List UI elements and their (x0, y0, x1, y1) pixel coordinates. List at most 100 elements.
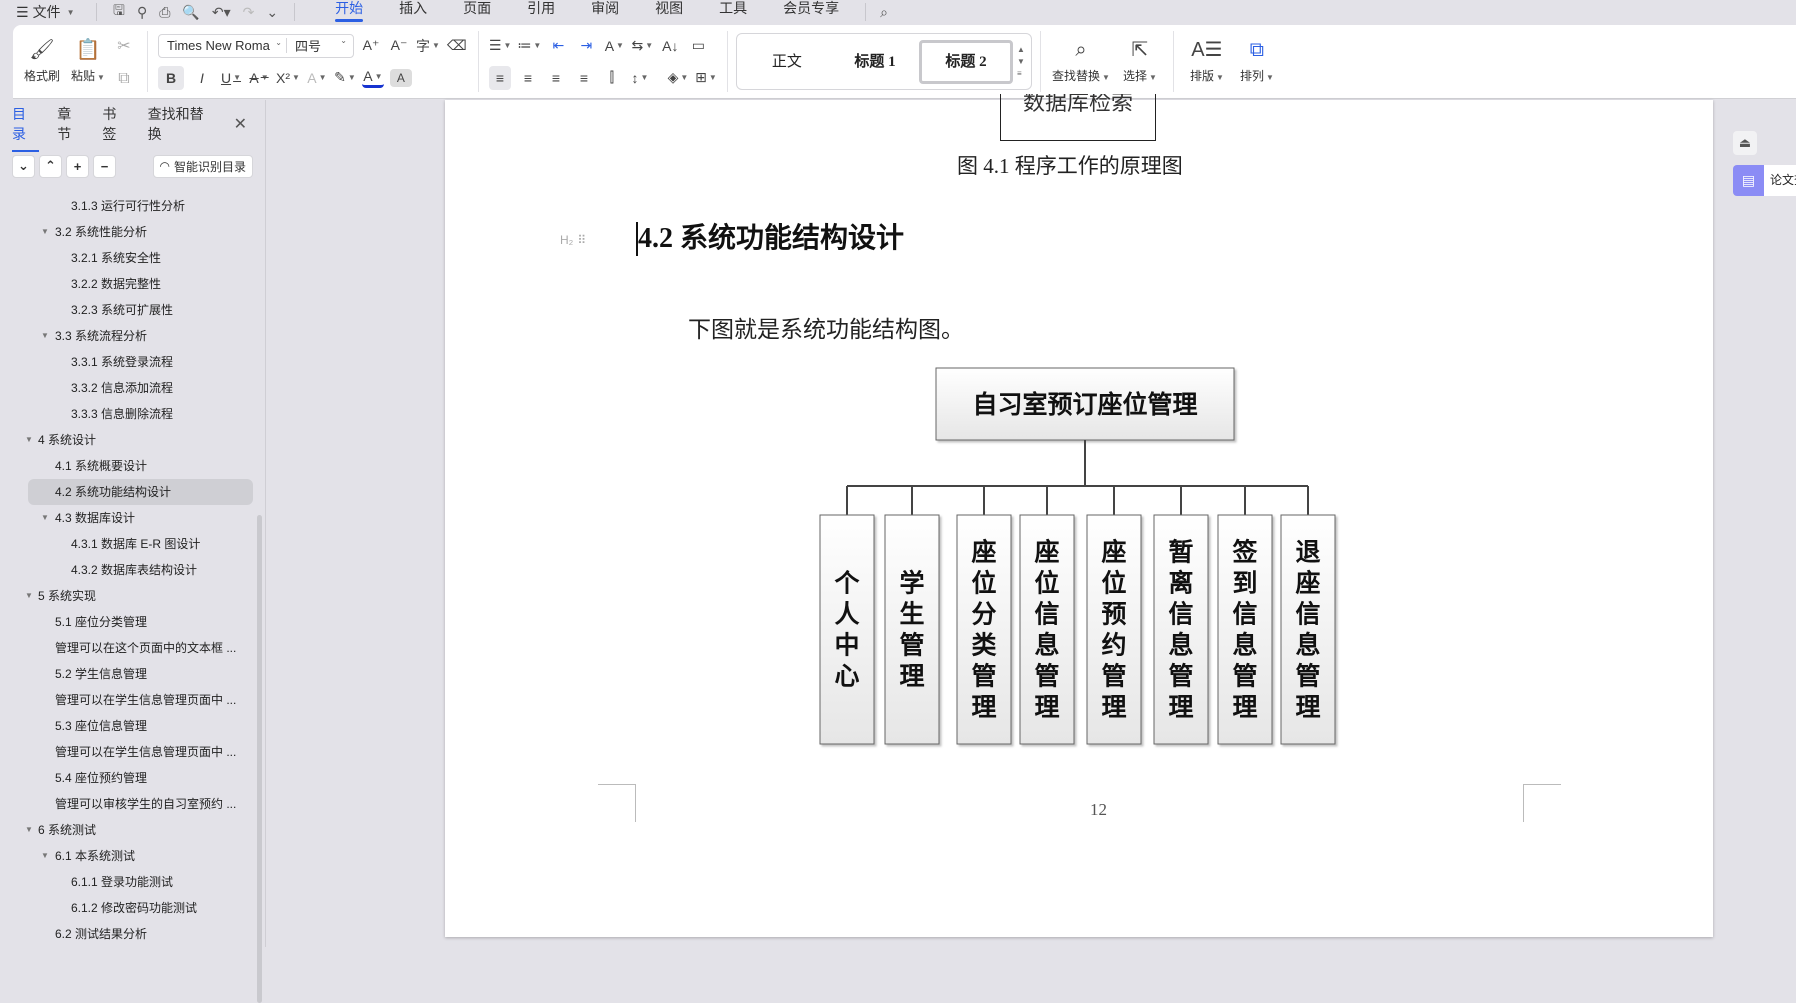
justify-icon[interactable]: ≡ (573, 66, 595, 90)
nav-tab-toc[interactable]: 目录 (12, 104, 40, 152)
toc-item[interactable]: 3.1.3 运行可行性分析 (0, 193, 257, 219)
align-center-icon[interactable]: ≡ (517, 66, 539, 90)
font-size-field[interactable]: 四号 ⌄ (287, 36, 353, 55)
undo-icon[interactable]: ↶▾ (212, 4, 231, 21)
more-icon[interactable]: ⌄ (266, 4, 278, 21)
borders-icon[interactable]: ⊞ ▼ (695, 66, 717, 90)
nav-tab-find-replace[interactable]: 查找和替换 (148, 104, 216, 144)
italic-button[interactable]: I (190, 66, 214, 90)
print-icon[interactable]: ⎙ (159, 4, 170, 21)
tab-insert[interactable]: 插入 (381, 0, 445, 24)
save-icon[interactable]: 🖫 (113, 0, 125, 24)
toc-item[interactable]: 5.2 学生信息管理 (0, 661, 257, 687)
toc-item[interactable]: 管理可以在学生信息管理页面中 ... (0, 739, 257, 765)
superscript-icon[interactable]: X² ▼ (276, 66, 300, 90)
tab-view[interactable]: 视图 (637, 0, 701, 24)
toc-item[interactable]: 3.2.1 系统安全性 (0, 245, 257, 271)
toc-item[interactable]: 5.1 座位分类管理 (0, 609, 257, 635)
tab-page[interactable]: 页面 (445, 0, 509, 24)
align-right-icon[interactable]: ≡ (545, 66, 567, 90)
shading-icon[interactable]: ◈ ▼ (667, 66, 689, 90)
cut-icon[interactable]: ✂ (117, 36, 130, 56)
tab-home[interactable]: 开始 (317, 0, 381, 24)
strikethrough-icon[interactable]: A ▼ (248, 66, 270, 90)
expand-triangle-icon[interactable]: ▼ (25, 817, 33, 843)
format-painter-button[interactable]: 🖌 格式刷 (19, 39, 65, 84)
sort-icon[interactable]: A↓ (659, 34, 681, 58)
underline-button[interactable]: U ▼ (220, 66, 242, 90)
line-spacing-icon[interactable]: ↕ ▼ (629, 66, 651, 90)
toc-item[interactable]: 5.3 座位信息管理 (0, 713, 257, 739)
toc-item[interactable]: 4.1 系统概要设计 (0, 453, 257, 479)
body-paragraph[interactable]: 下图就是系统功能结构图。 (688, 310, 964, 344)
style-heading1[interactable]: 标题 1 (831, 40, 919, 84)
font-family-select[interactable]: Times New Roma ⌄ 四号 ⌄ (158, 33, 354, 58)
text-direction-icon[interactable]: A ▼ (603, 34, 625, 58)
search-icon[interactable]: ⌕ (874, 4, 888, 21)
toc-item[interactable]: 3.3.2 信息添加流程 (0, 375, 257, 401)
highlight-icon[interactable]: ✎ ▼ (334, 66, 356, 90)
arrange-button[interactable]: ⧉ 排列 ▼ (1234, 39, 1280, 84)
redo-icon[interactable]: ↷ (243, 4, 255, 21)
bullets-icon[interactable]: ☰ ▼ (489, 34, 511, 58)
toc-item[interactable]: ▼ 3.3 系统流程分析 (0, 323, 257, 349)
section-heading[interactable]: 4.2 系统功能结构设计 (636, 222, 904, 256)
expand-all-button[interactable]: ⌄ (12, 154, 35, 178)
toc-item[interactable]: 3.3.3 信息删除流程 (0, 401, 257, 427)
expand-icon[interactable]: ≡ (1017, 68, 1025, 80)
print-preview-icon[interactable]: 🔍 (182, 4, 199, 21)
shrink-font-icon[interactable]: A⁻ (388, 34, 410, 58)
tab-tools[interactable]: 工具 (701, 0, 765, 24)
nav-tab-bookmarks[interactable]: 书签 (102, 104, 129, 144)
chevron-up-icon[interactable]: ▲ (1017, 44, 1025, 56)
close-icon[interactable]: ✕ (234, 114, 247, 134)
add-entry-button[interactable]: + (66, 154, 89, 178)
toc-item[interactable]: 6.1.2 修改密码功能测试 (0, 895, 257, 921)
nav-tab-chapters[interactable]: 章节 (57, 104, 84, 144)
share-icon[interactable]: ⚲ (137, 4, 147, 21)
toc-item[interactable]: 6.2 测试结果分析 (0, 921, 257, 947)
smart-toc-button[interactable]: ◠ 智能识别目录 (152, 154, 253, 178)
ruler-icon[interactable]: ▭ (687, 34, 709, 58)
file-menu[interactable]: ☰ 文件 ▼ (0, 2, 88, 22)
toc-item[interactable]: ▼ 4 系统设计 (0, 427, 257, 453)
toc-item[interactable]: 管理可以审核学生的自习室预约 ... (0, 791, 257, 817)
font-color-icon[interactable]: A ▼ (361, 68, 384, 88)
clear-format-icon[interactable]: ⌫ (446, 34, 468, 58)
collapse-all-button[interactable]: ⌃ (39, 154, 62, 178)
scrollbar[interactable] (257, 515, 262, 1003)
toc-item[interactable]: ▼ 4.3 数据库设计 (0, 505, 257, 531)
select-button[interactable]: ⇱ 选择 ▼ (1117, 39, 1163, 84)
layout-button[interactable]: A☰ 排版 ▼ (1184, 39, 1230, 84)
find-replace-button[interactable]: ⌕ 查找替换 ▼ (1051, 39, 1111, 84)
tab-review[interactable]: 审阅 (573, 0, 637, 24)
align-left-icon[interactable]: ≡ (488, 65, 511, 90)
bold-button[interactable]: B (158, 65, 184, 90)
toc-item[interactable]: ▼ 6.1 本系统测试 (0, 843, 257, 869)
expand-triangle-icon[interactable]: ▼ (41, 505, 49, 531)
toc-item[interactable]: 4.3.1 数据库 E-R 图设计 (0, 531, 257, 557)
decrease-indent-icon[interactable]: ⇤ (547, 34, 569, 58)
font-name-field[interactable]: Times New Roma ⌄ (159, 38, 287, 53)
line-break-icon[interactable]: ⇆ ▼ (631, 34, 654, 58)
collapse-ribbon-button[interactable]: ⏏ (1733, 131, 1757, 155)
grow-font-icon[interactable]: A⁺ (360, 34, 382, 58)
drag-handle-icon[interactable]: ⠿ (577, 233, 586, 247)
char-shading-icon[interactable]: A (389, 68, 412, 87)
distribute-icon[interactable]: ⫿ (601, 66, 623, 90)
expand-triangle-icon[interactable]: ▼ (41, 843, 49, 869)
toc-item[interactable]: ▼ 6 系统测试 (0, 817, 257, 843)
expand-triangle-icon[interactable]: ▼ (41, 219, 49, 245)
numbering-icon[interactable]: ≔ ▼ (517, 34, 541, 58)
copy-icon[interactable]: ⧉ (118, 70, 129, 88)
toc-item[interactable]: ▼ 5 系统实现 (0, 583, 257, 609)
remove-entry-button[interactable]: − (93, 154, 116, 178)
increase-indent-icon[interactable]: ⇥ (575, 34, 597, 58)
tab-member[interactable]: 会员专享 (765, 0, 857, 24)
expand-triangle-icon[interactable]: ▼ (41, 323, 49, 349)
toc-item[interactable]: 管理可以在学生信息管理页面中 ... (0, 687, 257, 713)
toc-item[interactable]: ▼ 3.2 系统性能分析 (0, 219, 257, 245)
toc-item[interactable]: 3.2.2 数据完整性 (0, 271, 257, 297)
toc-item[interactable]: 4.2 系统功能结构设计 (28, 479, 253, 505)
paper-check-button[interactable]: ▤ 论文查重 (1733, 165, 1796, 196)
